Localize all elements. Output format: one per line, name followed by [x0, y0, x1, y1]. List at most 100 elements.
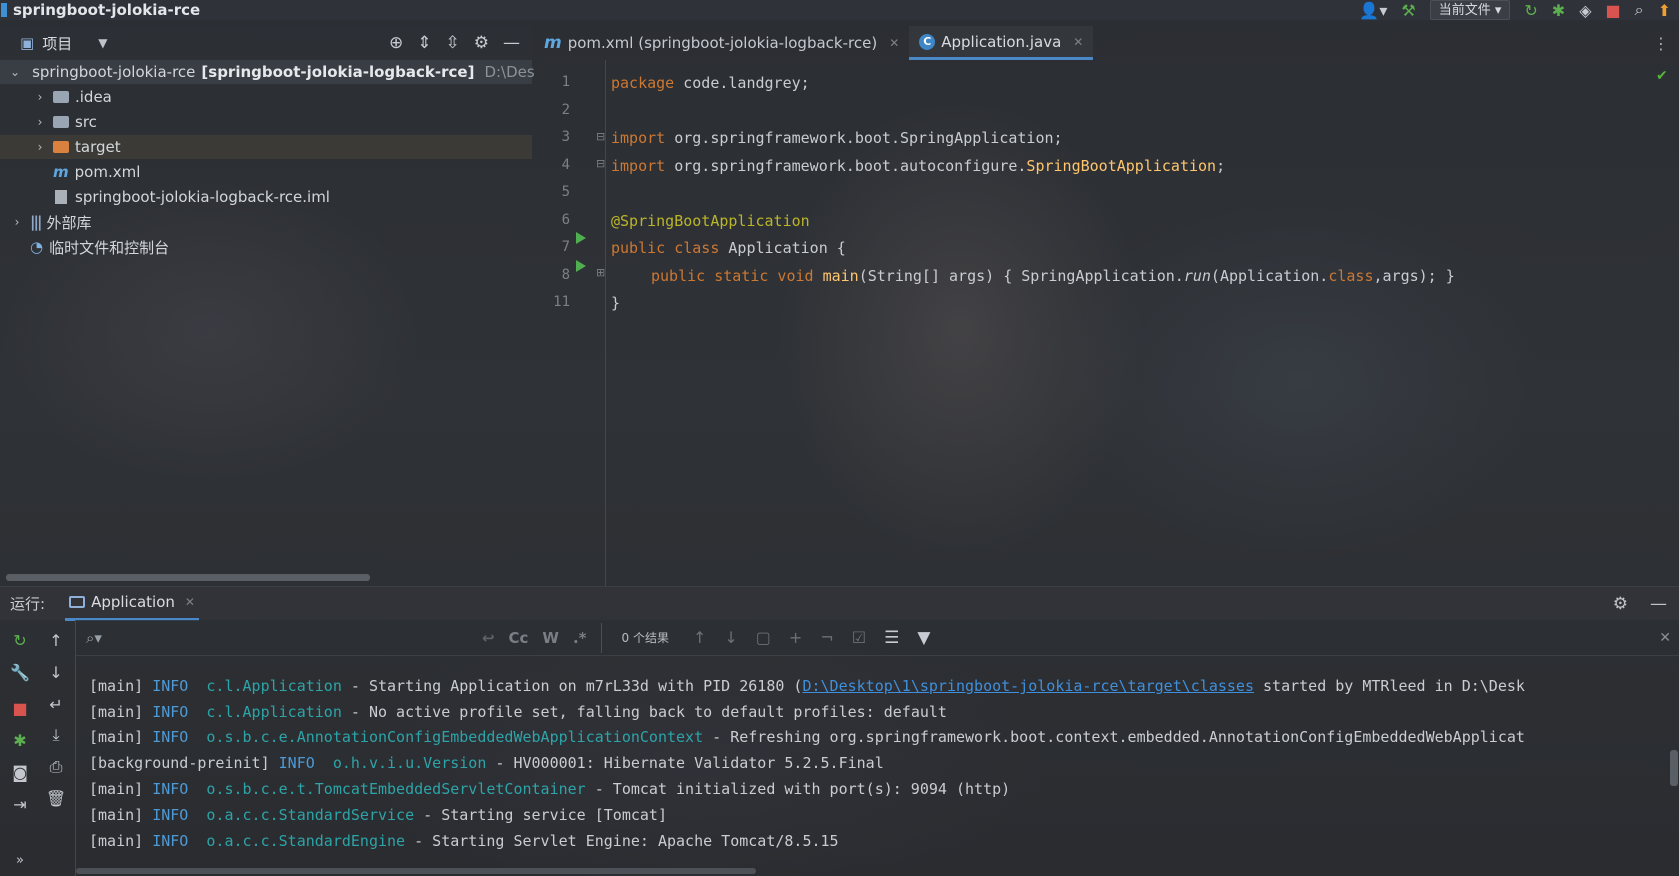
select-all-icon[interactable]: ☑ [852, 628, 866, 647]
chevron-right-icon[interactable]: › [33, 115, 47, 129]
code-editor[interactable]: package code.landgrey; import org.spring… [611, 60, 1671, 586]
stop-icon[interactable]: ■ [9, 698, 31, 720]
chevron-right-icon[interactable]: › [33, 90, 47, 104]
project-panel-header: ▣ 项目 ▼ ⊕ ⇕ ⇳ ⚙ — [0, 26, 532, 60]
arrow-down-icon[interactable]: ↓ [45, 662, 67, 684]
add-occurrence-icon[interactable]: + [789, 628, 802, 647]
chevron-right-icon[interactable]: › [10, 215, 24, 229]
build-hammer-icon[interactable]: ⚒ [1401, 1, 1415, 20]
rerun-icon[interactable]: ↻ [1524, 1, 1537, 20]
close-icon[interactable]: ✕ [1073, 35, 1083, 49]
tree-item-target[interactable]: › target [0, 135, 532, 159]
collapse-all-icon[interactable]: ⇳ [446, 33, 460, 53]
inspection-ok-icon[interactable]: ✔ [1656, 68, 1668, 84]
expand-all-icon[interactable]: ⇕ [417, 33, 431, 53]
wrench-icon[interactable]: 🔧 [9, 662, 31, 684]
console-output[interactable]: [main] INFO c.l.Application - Starting A… [76, 656, 1679, 876]
class-icon: C [919, 33, 936, 50]
filter-lines-icon[interactable]: ☰ [884, 628, 899, 648]
whole-words-toggle[interactable]: W [542, 629, 559, 647]
library-icon: ||| [30, 213, 43, 231]
log-message: - No active profile set, falling back to… [341, 703, 947, 721]
stop-icon[interactable]: ■ [1606, 1, 1621, 20]
tree-item-label: 临时文件和控制台 [49, 238, 170, 257]
run-gutter-icon[interactable] [576, 260, 586, 272]
coverage-icon[interactable]: ◈ [1579, 1, 1591, 20]
debug-icon[interactable]: ✱ [1552, 1, 1565, 20]
close-icon[interactable]: ✕ [185, 595, 195, 609]
run-config-select[interactable]: 当前文件 ▾ [1429, 0, 1511, 20]
match-case-toggle[interactable]: Cc [509, 629, 529, 647]
chevron-down-icon[interactable]: ▼ [98, 36, 107, 50]
minimize-icon[interactable]: — [1650, 594, 1667, 614]
tree-horizontal-scrollbar[interactable] [6, 574, 370, 581]
log-level: INFO [152, 703, 189, 721]
more-chevron-icon[interactable]: » [9, 850, 31, 872]
rerun-icon[interactable]: ↻ [9, 630, 31, 652]
log-level: INFO [152, 728, 189, 746]
tab-run-application[interactable]: Application ✕ [65, 587, 199, 621]
tab-pom-xml[interactable]: m pom.xml (springboot-jolokia-logback-rc… [534, 26, 909, 60]
log-thread: [background-preinit] [89, 754, 279, 772]
tree-item-src[interactable]: › src [0, 110, 532, 134]
class-name: SpringBootApplication [1026, 157, 1217, 175]
minimize-icon[interactable]: — [503, 33, 520, 53]
code-line: public class Application { [611, 239, 846, 257]
regex-toggle[interactable]: .* [573, 629, 587, 647]
debug-icon[interactable]: ✱ [9, 730, 31, 752]
close-icon[interactable]: ✕ [889, 36, 899, 50]
tree-item-external-libraries[interactable]: › ||| 外部库 [0, 210, 532, 234]
scroll-to-end-icon[interactable]: ⤓ [45, 724, 67, 746]
search-icon[interactable]: ⌕ [1635, 0, 1644, 20]
print-icon[interactable]: ⎙ [45, 756, 67, 778]
log-thread: [main] [89, 806, 153, 824]
chevron-right-icon[interactable]: › [33, 140, 47, 154]
run-side-toolbar: ↻ ↑ 🔧 ↓ ■ ↵ ✱ ⤓ ◙ ⎙ ⇥ 🗑 » [0, 620, 76, 876]
line-number: 2 [561, 102, 570, 118]
tree-item-scratches[interactable]: ◔ 临时文件和控制台 [0, 235, 532, 259]
select-all-occurrences-icon[interactable]: ▢ [756, 628, 771, 647]
user-icon[interactable]: 👤▾ [1359, 1, 1387, 20]
log-thread: [main] [89, 728, 153, 746]
tab-application-java[interactable]: C Application.java ✕ [909, 26, 1094, 60]
log-path-link[interactable]: D:\Desktop\1\springboot-jolokia-rce\targ… [802, 677, 1254, 695]
gear-icon[interactable]: ⚙ [474, 33, 489, 53]
update-icon[interactable]: ⬆ [1658, 1, 1671, 20]
close-icon[interactable]: ✕ [1659, 630, 1671, 646]
console-search-input[interactable] [101, 623, 482, 652]
fold-icon[interactable]: ⊟ [596, 130, 605, 143]
tree-item-root[interactable]: ⌄ springboot-jolokia-rce [springboot-jol… [0, 60, 535, 84]
camera-icon[interactable]: ◙ [9, 762, 31, 784]
run-gutter-icon[interactable] [576, 232, 586, 244]
log-message: - Refreshing org.springframework.boot.co… [703, 728, 1525, 746]
exit-icon[interactable]: ⇥ [9, 794, 31, 816]
console-vertical-scrollbar[interactable] [1670, 750, 1678, 786]
new-line-icon[interactable]: ↩ [482, 629, 495, 647]
project-panel-title[interactable]: 项目 [42, 33, 72, 54]
filter-icon[interactable]: ▼ [917, 628, 930, 648]
prev-occurrence-icon[interactable]: ↑ [693, 628, 706, 647]
code-line: import org.springframework.boot.SpringAp… [611, 129, 1063, 147]
project-view-icon: ▣ [20, 34, 35, 52]
next-occurrence-icon[interactable]: ↓ [724, 628, 737, 647]
tree-item-pom[interactable]: m pom.xml [0, 160, 532, 184]
tree-item-iml[interactable]: springboot-jolokia-logback-rce.iml [0, 185, 532, 209]
fold-icon[interactable]: ⊟ [596, 157, 605, 170]
run-tab-label: Application [91, 593, 175, 611]
console-horizontal-scrollbar[interactable] [76, 868, 756, 874]
folder-icon [53, 141, 69, 153]
arrow-up-icon[interactable]: ↑ [45, 630, 67, 652]
tree-item-idea[interactable]: › .idea [0, 85, 532, 109]
fold-icon[interactable]: ⊞ [596, 266, 605, 279]
chevron-down-icon[interactable]: ⌄ [10, 65, 20, 79]
gear-icon[interactable]: ⚙ [1613, 594, 1628, 614]
log-message: - Starting service [Tomcat] [414, 806, 667, 824]
soft-wrap-icon[interactable]: ↵ [45, 694, 67, 716]
console-search-bar: ⌕▾ ↩ Cc W .* 0 个结果 ↑ ↓ ▢ + ¬ ☑ ☰ ▼ ✕ [76, 620, 1679, 656]
trash-icon[interactable]: 🗑 [45, 788, 67, 810]
keyword: import [611, 129, 666, 147]
line-number: 4 [561, 157, 570, 173]
locate-icon[interactable]: ⊕ [389, 33, 403, 53]
remove-occurrence-icon[interactable]: ¬ [820, 628, 833, 647]
more-icon[interactable]: ⋮ [1653, 34, 1669, 53]
